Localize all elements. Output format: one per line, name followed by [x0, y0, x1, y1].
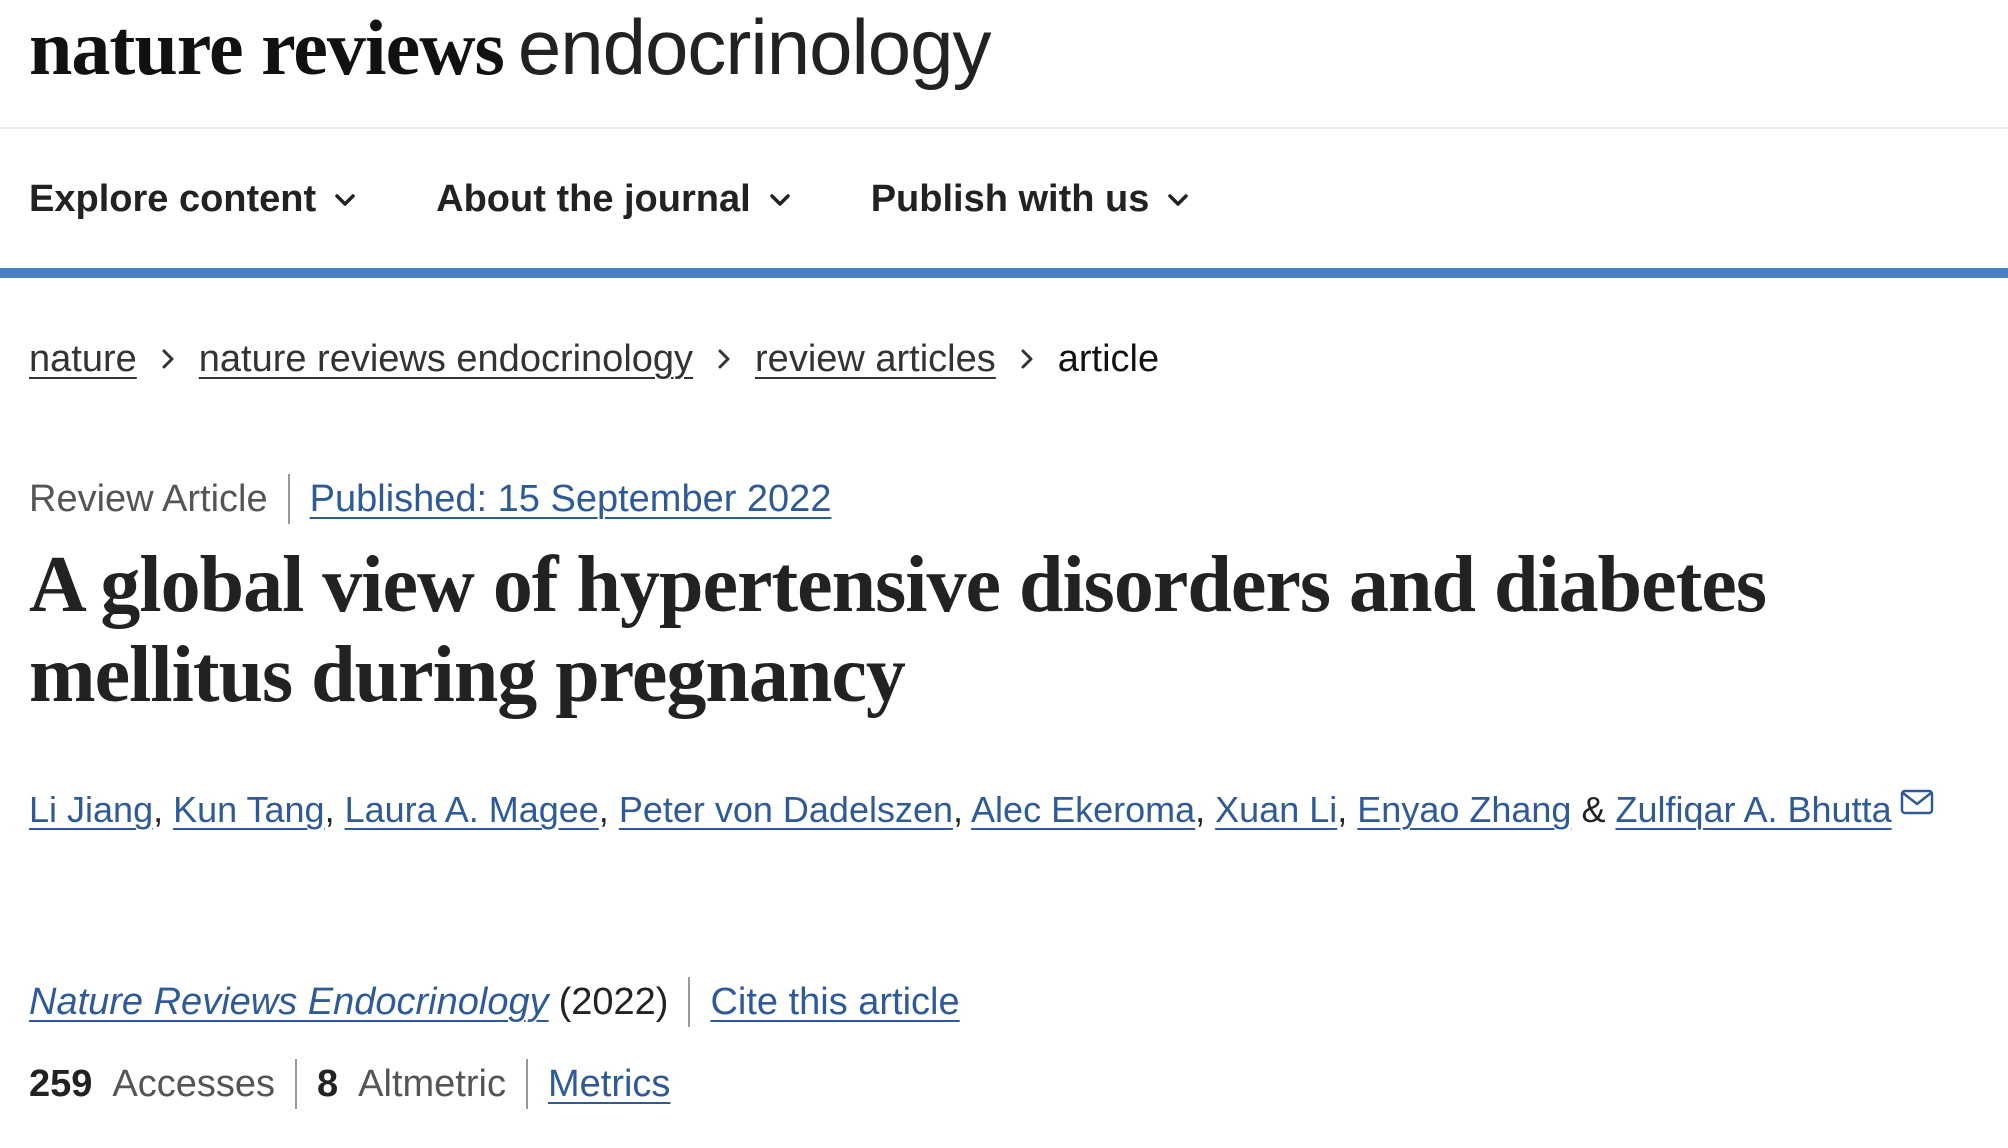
nav-about-the-journal[interactable]: About the journal: [436, 178, 791, 221]
author-separator: ,: [598, 789, 619, 830]
author-separator: ,: [953, 789, 972, 830]
author-link[interactable]: Li Jiang: [29, 789, 153, 830]
journal-logo[interactable]: nature reviews endocrinology: [29, 2, 992, 93]
publication-year: (2022): [558, 980, 669, 1023]
article-meta: Review Article Published: 15 September 2…: [29, 470, 831, 528]
breadcrumb-item: nature reviews endocrinology: [199, 338, 693, 381]
chevron-right-icon: [718, 349, 730, 369]
main-nav: Explore content About the journal Publis…: [29, 131, 1189, 268]
nav-item-label: About the journal: [436, 178, 751, 220]
breadcrumb-separator: [1020, 348, 1034, 370]
journal-link[interactable]: Nature Reviews Endocrinology: [29, 981, 549, 1024]
chevron-down-icon: [769, 193, 790, 206]
author-link[interactable]: Laura A. Magee: [345, 789, 599, 830]
citation-divider: [688, 977, 691, 1027]
citation-row: Nature Reviews Endocrinology (2022) Cite…: [29, 970, 960, 1034]
author-link[interactable]: Enyao Zhang: [1357, 789, 1571, 830]
metrics-divider: [525, 1059, 528, 1109]
author-link[interactable]: Alec Ekeroma: [971, 789, 1195, 830]
chevron-down-icon: [1168, 193, 1189, 206]
accesses-label: Accesses: [112, 1062, 276, 1105]
author-separator: ,: [1337, 789, 1358, 830]
site-header: nature reviews endocrinology: [0, 0, 2008, 129]
author-link[interactable]: Xuan Li: [1215, 789, 1337, 830]
breadcrumb-link-journal[interactable]: nature reviews endocrinology: [199, 338, 693, 381]
mail-icon[interactable]: [1900, 788, 1934, 816]
author-link[interactable]: Kun Tang: [173, 789, 324, 830]
nav-item-label: Explore content: [29, 178, 317, 220]
author-separator: ,: [324, 789, 345, 830]
chevron-down-icon: [335, 193, 355, 206]
metrics-link[interactable]: Metrics: [548, 1063, 670, 1106]
breadcrumb-separator: [717, 348, 731, 370]
metrics-row: 259 Accesses 8 Altmetric Metrics: [29, 1052, 670, 1116]
altmetric-label: Altmetric: [358, 1062, 506, 1105]
author-list: Li Jiang, Kun Tang, Laura A. Magee, Pete…: [29, 770, 1994, 850]
chevron-right-icon: [1021, 349, 1033, 369]
breadcrumb-separator: [161, 348, 175, 370]
breadcrumb-link-review-articles[interactable]: review articles: [755, 338, 996, 381]
chevron-right-icon: [162, 349, 174, 369]
cite-this-article-link[interactable]: Cite this article: [710, 981, 959, 1024]
accesses-count: 259: [29, 1062, 93, 1105]
breadcrumb: nature nature reviews endocrinology revi…: [29, 330, 1159, 388]
author-link[interactable]: Zulfiqar A. Bhutta: [1615, 789, 1891, 830]
breadcrumb-link-nature[interactable]: nature: [29, 338, 137, 381]
author-separator: ,: [153, 789, 174, 830]
breadcrumb-current: article: [1057, 337, 1160, 380]
nav-item-label: Publish with us: [870, 178, 1150, 220]
accent-bar: [0, 268, 2008, 278]
author-separator: ,: [1195, 789, 1216, 830]
nav-explore-content[interactable]: Explore content: [29, 178, 356, 221]
article-title: A global view of hypertensive disorders …: [29, 541, 1767, 719]
logo-wordmark-bold: nature reviews: [29, 4, 505, 91]
nav-publish-with-us[interactable]: Publish with us: [871, 178, 1190, 221]
author-conjunction: &: [1571, 789, 1616, 830]
published-date-link[interactable]: Published: 15 September 2022: [310, 478, 832, 521]
breadcrumb-item: review articles: [755, 338, 996, 381]
meta-divider: [287, 474, 290, 524]
breadcrumb-item: nature: [29, 338, 137, 381]
altmetric-count: 8: [317, 1062, 339, 1105]
metrics-divider: [295, 1059, 298, 1109]
author-link[interactable]: Peter von Dadelszen: [619, 789, 953, 830]
article-type: Review Article: [29, 477, 268, 520]
logo-wordmark-light: endocrinology: [517, 3, 992, 91]
